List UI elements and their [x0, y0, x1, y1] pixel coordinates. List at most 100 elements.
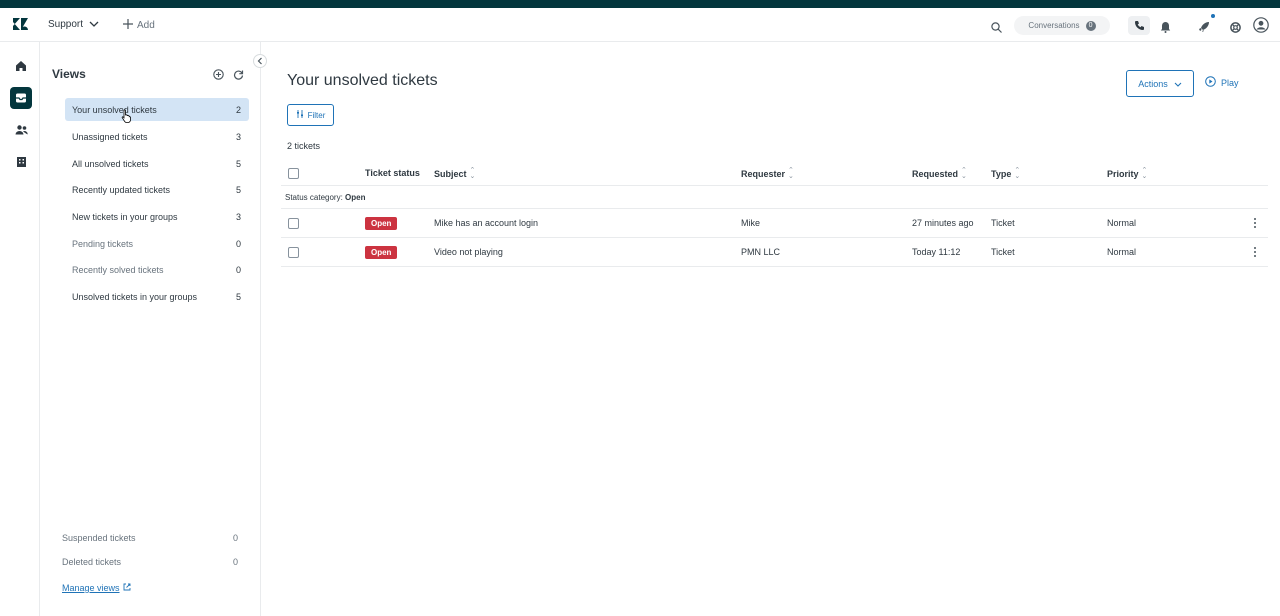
conversations-count: 0	[1085, 20, 1096, 31]
table-row[interactable]: Open Mike has an account login Mike 27 m…	[281, 209, 1268, 238]
ticket-requested: Today 11:12	[912, 247, 961, 257]
add-label: Add	[137, 20, 155, 31]
views-sidebar: Views Your unsolved tickets 2 Unassigned…	[40, 42, 261, 616]
views-icon[interactable]	[10, 87, 32, 109]
page-title: Your unsolved tickets	[287, 72, 438, 89]
add-button[interactable]: Add	[123, 19, 155, 32]
column-label: Priority	[1107, 169, 1139, 179]
filter-label: Filter	[307, 110, 326, 120]
view-new-tickets-in-your-groups[interactable]: New tickets in your groups 3	[65, 205, 249, 228]
ticket-requested: 27 minutes ago	[912, 218, 974, 228]
view-count: 5	[235, 158, 241, 169]
help-lifebuoy-icon[interactable]	[1230, 20, 1241, 38]
top-strip	[0, 0, 1280, 8]
refresh-icon[interactable]	[233, 67, 244, 85]
play-label: Play	[1221, 77, 1239, 88]
sort-icon: ⌃ ⌄	[1014, 167, 1021, 180]
view-unassigned-tickets[interactable]: Unassigned tickets 3	[65, 125, 249, 148]
view-count: 0	[232, 533, 238, 543]
phone-icon[interactable]	[1128, 16, 1150, 35]
ticket-priority: Normal	[1107, 218, 1137, 228]
view-deleted-tickets[interactable]: Deleted tickets 0	[62, 557, 238, 573]
table-header: Ticket status Subject ⌃ ⌄ Requester ⌃ ⌄ Re…	[281, 162, 1268, 186]
view-label: All unsolved tickets	[72, 158, 149, 169]
ticket-priority: Normal	[1107, 247, 1137, 257]
actions-button[interactable]: Actions	[1126, 70, 1194, 97]
manage-views-link[interactable]: Manage views	[62, 583, 131, 593]
ticket-count: 2 tickets	[287, 141, 321, 151]
status-badge: Open	[365, 246, 398, 259]
sort-icon: ⌃ ⌄	[469, 167, 476, 180]
ticket-type: Ticket	[991, 218, 1015, 228]
table-row[interactable]: Open Video not playing PMN LLC Today 11:…	[281, 238, 1268, 267]
view-count: 2	[235, 104, 241, 115]
home-icon[interactable]	[10, 55, 32, 77]
column-ticket-status[interactable]: Ticket status	[365, 168, 420, 178]
status-badge: Open	[365, 217, 398, 230]
ticket-subject[interactable]: Mike has an account login	[434, 218, 538, 228]
customers-icon[interactable]	[10, 119, 32, 141]
status-category-group: Status category: Open	[281, 187, 1268, 209]
external-link-icon	[123, 583, 131, 593]
column-requested[interactable]: Requested ⌃ ⌄	[912, 167, 967, 180]
view-recently-solved-tickets[interactable]: Recently solved tickets 0	[65, 258, 249, 281]
view-pending-tickets[interactable]: Pending tickets 0	[65, 232, 249, 255]
search-icon[interactable]	[991, 20, 1002, 38]
select-all-checkbox[interactable]	[288, 168, 299, 179]
ticket-subject[interactable]: Video not playing	[434, 247, 503, 257]
ticket-requester: PMN LLC	[741, 247, 781, 257]
view-your-unsolved-tickets[interactable]: Your unsolved tickets 2	[65, 98, 249, 121]
view-all-unsolved-tickets[interactable]: All unsolved tickets 5	[65, 152, 249, 175]
ticket-requester: Mike	[741, 218, 761, 228]
column-label: Requested	[912, 169, 959, 179]
organizations-icon[interactable]	[10, 151, 32, 173]
play-icon	[1205, 76, 1216, 89]
add-view-icon[interactable]	[213, 67, 224, 85]
group-prefix: Status category:	[285, 193, 343, 202]
view-label: Recently solved tickets	[72, 264, 164, 275]
filter-button[interactable]: Filter	[287, 104, 334, 126]
column-requester[interactable]: Requester ⌃ ⌄	[741, 167, 794, 180]
filter-sliders-icon	[296, 110, 304, 120]
views-title: Views	[52, 67, 86, 81]
sort-icon: ⌃ ⌄	[961, 167, 967, 180]
plus-icon	[123, 19, 133, 32]
row-options-icon[interactable]	[1251, 245, 1259, 259]
view-label: Your unsolved tickets	[72, 104, 157, 115]
column-label: Type	[991, 169, 1012, 179]
top-bar: Support Add Conversations 0	[0, 8, 1280, 42]
view-label: New tickets in your groups	[72, 211, 178, 222]
conversations-button[interactable]: Conversations 0	[1014, 16, 1110, 35]
sort-icon: ⌃ ⌄	[1141, 167, 1148, 180]
view-count: 0	[235, 264, 241, 275]
group-value: Open	[345, 193, 366, 202]
view-suspended-tickets[interactable]: Suspended tickets 0	[62, 533, 238, 549]
row-options-icon[interactable]	[1251, 216, 1259, 230]
view-label: Unsolved tickets in your groups	[72, 291, 198, 302]
column-label: Requester	[741, 169, 786, 179]
view-label: Pending tickets	[72, 238, 134, 249]
chevron-down-icon	[89, 19, 99, 30]
manage-views-label: Manage views	[62, 583, 120, 593]
row-checkbox[interactable]	[288, 218, 299, 229]
rocket-icon[interactable]	[1198, 20, 1210, 38]
bell-icon[interactable]	[1160, 20, 1171, 38]
view-count: 0	[235, 238, 241, 249]
notification-dot	[1211, 14, 1215, 18]
view-label: Deleted tickets	[62, 557, 122, 567]
play-button[interactable]: Play	[1205, 76, 1239, 89]
avatar[interactable]	[1253, 17, 1269, 38]
product-switcher[interactable]: Support	[48, 19, 99, 30]
column-subject[interactable]: Subject ⌃ ⌄	[434, 167, 476, 180]
view-count: 3	[235, 211, 241, 222]
view-label: Recently updated tickets	[72, 184, 171, 195]
view-label: Unassigned tickets	[72, 131, 148, 142]
row-checkbox[interactable]	[288, 247, 299, 258]
column-type[interactable]: Type ⌃ ⌄	[991, 167, 1021, 180]
column-priority[interactable]: Priority ⌃ ⌄	[1107, 167, 1148, 180]
view-count: 5	[235, 291, 241, 302]
view-unsolved-tickets-in-your-groups[interactable]: Unsolved tickets in your groups 5	[65, 285, 249, 308]
mouse-pointer-icon	[121, 109, 131, 128]
view-recently-updated-tickets[interactable]: Recently updated tickets 5	[65, 178, 249, 201]
zendesk-logo-icon[interactable]	[13, 17, 28, 35]
